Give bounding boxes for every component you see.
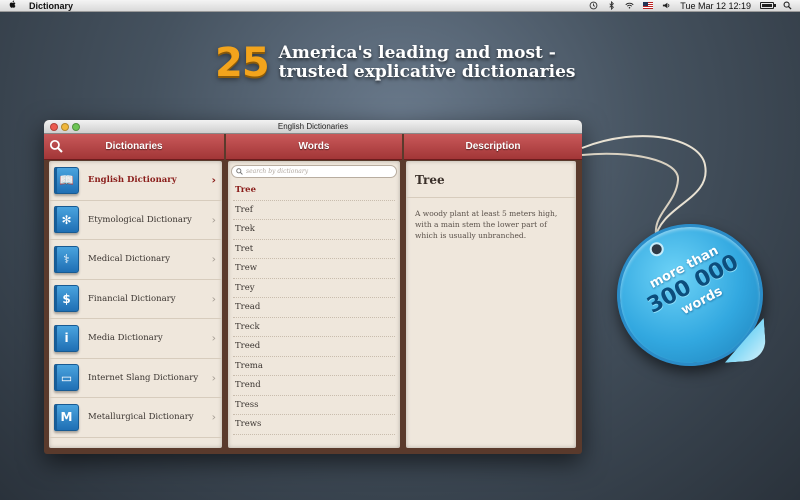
dictionaries-column: Dictionaries 📖 English Dictionary › ✻ Etymol… (44, 134, 224, 454)
word-item[interactable]: Tress (233, 396, 395, 415)
battery-icon[interactable] (760, 2, 776, 9)
tree-icon: ✻ (54, 206, 79, 234)
dictionary-item-label: Metallurgical Dictionary (88, 412, 194, 423)
search-icon[interactable] (783, 1, 792, 10)
dictionary-item-label: Etymological Dictionary (88, 214, 192, 225)
description-panel: Tree A woody plant at least 5 meters hig… (406, 161, 576, 448)
us-flag-input-icon[interactable] (643, 2, 654, 9)
zoom-window-button[interactable] (72, 123, 80, 131)
chevron-right-icon: › (211, 213, 216, 227)
menu-bar: Dictionary Tue Mar 12 12:19 (0, 0, 800, 12)
words-header: Words (226, 134, 402, 160)
search-icon (236, 168, 243, 175)
chevron-right-icon: › (211, 252, 216, 266)
tag-page-curl (722, 318, 767, 363)
headline: 25 America's leading and most - trusted … (215, 40, 575, 86)
chevron-right-icon: › (211, 410, 216, 424)
time-machine-icon[interactable] (589, 1, 598, 10)
word-item[interactable]: Trend (233, 376, 395, 396)
word-item[interactable]: Trey (233, 279, 395, 298)
search-icon[interactable] (49, 139, 64, 154)
bluetooth-icon[interactable] (607, 1, 616, 10)
dictionary-item-label: Media Dictionary (88, 333, 163, 344)
chevron-right-icon: › (211, 331, 216, 345)
caduceus-icon: ⚕ (54, 245, 79, 273)
menubar-status-area: Tue Mar 12 12:19 (589, 1, 800, 11)
window-titlebar[interactable]: English Dictionaries (44, 120, 582, 134)
dictionary-item[interactable]: ▭ Internet Slang Dictionary › (49, 359, 222, 398)
dictionary-item[interactable]: M Metallurgical Dictionary › (49, 398, 222, 438)
description-column: Description Tree A woody plant at least … (404, 134, 582, 454)
tag-hole (649, 241, 665, 257)
word-item[interactable]: Trew (233, 259, 395, 279)
columns: Dictionaries 📖 English Dictionary › ✻ Etymol… (44, 134, 582, 454)
volume-icon[interactable] (662, 1, 671, 10)
minimize-window-button[interactable] (61, 123, 69, 131)
dictionary-item[interactable]: 📖 English Dictionary › (49, 161, 222, 201)
menubar-app-name[interactable]: Dictionary (29, 1, 73, 11)
word-list: Tree Tref Trek Tret Trew Trey Tread Treck Treed T… (228, 181, 400, 435)
metal-m-icon: M (54, 403, 79, 431)
close-window-button[interactable] (50, 123, 58, 131)
description-body: A woody plant at least 5 meters high, wi… (415, 209, 558, 240)
chevron-right-icon: › (211, 173, 216, 187)
monitor-icon: ▭ (54, 364, 79, 392)
words-column: Words TreeTrefTrekTretTrewTreyTreadTreck… (226, 134, 402, 454)
chevron-right-icon: › (211, 292, 216, 306)
app-window: English Dictionaries Dictionaries 📖 Engli… (44, 120, 582, 454)
word-item[interactable]: Trema (233, 357, 395, 376)
word-item[interactable]: Treck (233, 318, 395, 337)
word-item[interactable]: Tref (233, 201, 395, 220)
wifi-icon[interactable] (625, 1, 634, 10)
word-item[interactable]: Trews (233, 415, 395, 435)
word-item[interactable]: Tree (233, 181, 395, 201)
dictionary-item[interactable]: ✻ Etymological Dictionary › (49, 201, 222, 240)
word-search-field[interactable] (231, 165, 397, 178)
dictionary-list: 📖 English Dictionary › ✻ Etymological Dictio… (49, 161, 222, 448)
word-item[interactable]: Tret (233, 240, 395, 259)
word-item[interactable]: Trek (233, 220, 395, 240)
tag-text: more than 300 000 words (626, 233, 760, 337)
words-panel: TreeTrefTrekTretTrewTreyTreadTreckTreedT… (228, 161, 400, 448)
book-icon: 📖 (54, 166, 79, 194)
word-count-tag: more than 300 000 words (612, 219, 768, 371)
headline-number: 25 (215, 40, 270, 86)
chevron-right-icon: › (211, 371, 216, 385)
dictionary-item-label: Internet Slang Dictionary (88, 372, 199, 383)
window-title: English Dictionaries (277, 122, 349, 131)
description-header: Description (404, 134, 582, 160)
headline-line-1: America's leading and most - (278, 43, 556, 63)
moneybag-icon: $ (54, 285, 79, 313)
dictionary-item-label: Medical Dictionary (88, 254, 171, 265)
dictionaries-header-label: Dictionaries (105, 141, 163, 152)
info-icon: i (54, 324, 79, 352)
dictionary-item[interactable]: i Media Dictionary › (49, 319, 222, 359)
dictionaries-header: Dictionaries (44, 134, 224, 160)
headline-line-2: trusted explicative dictionaries (278, 62, 576, 82)
word-item[interactable]: Treed (233, 337, 395, 357)
dictionary-item-label: Financial Dictionary (88, 293, 176, 304)
headline-text: America's leading and most - trusted exp… (279, 44, 576, 82)
word-search-input[interactable] (246, 168, 386, 175)
word-item[interactable]: Tread (233, 298, 395, 318)
dictionary-item[interactable]: $ Financial Dictionary › (49, 280, 222, 319)
dictionary-item-label: English Dictionary (88, 175, 177, 186)
menubar-clock[interactable]: Tue Mar 12 12:19 (680, 1, 751, 11)
apple-logo-icon[interactable] (9, 0, 17, 9)
description-title: Tree (406, 161, 576, 198)
dictionary-item[interactable]: ⚕ Medical Dictionary › (49, 240, 222, 280)
window-controls (50, 123, 80, 131)
